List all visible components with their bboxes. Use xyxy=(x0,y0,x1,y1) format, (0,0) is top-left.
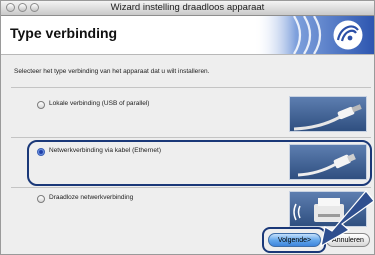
option-local[interactable]: Lokale verbinding (USB of parallel) xyxy=(1,92,374,132)
divider xyxy=(11,187,371,188)
wireless-signal-icon xyxy=(254,16,374,54)
wizard-window: Wizard instelling draadloos apparaat Typ… xyxy=(0,0,375,255)
divider xyxy=(11,137,371,138)
usb-cable-icon xyxy=(289,96,367,132)
selection-highlight xyxy=(27,140,372,186)
header-banner: Type verbinding xyxy=(1,16,374,55)
option-label: Lokale verbinding (USB of parallel) xyxy=(49,100,150,107)
title-bar: Wizard instelling draadloos apparaat xyxy=(1,1,374,16)
next-button[interactable]: Volgende> xyxy=(268,233,321,247)
instruction-text: Selecteer het type verbinding van het ap… xyxy=(14,68,210,75)
cancel-button[interactable]: Annuleren xyxy=(326,233,370,247)
window-title: Wizard instelling draadloos apparaat xyxy=(110,2,265,13)
option-wireless[interactable]: Draadloze netwerkverbinding xyxy=(1,191,374,232)
radio-local[interactable] xyxy=(37,101,45,109)
divider xyxy=(11,87,371,88)
radio-wireless[interactable] xyxy=(37,195,45,203)
option-label: Draadloze netwerkverbinding xyxy=(49,194,134,201)
page-title: Type verbinding xyxy=(10,25,118,41)
wireless-printer-icon xyxy=(289,191,367,227)
